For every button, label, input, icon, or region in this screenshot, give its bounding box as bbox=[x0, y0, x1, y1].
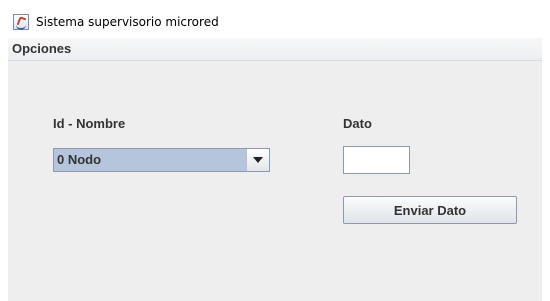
node-select-value: 0 Nodo bbox=[54, 149, 246, 171]
java-cup-icon bbox=[13, 14, 29, 30]
chevron-down-icon[interactable] bbox=[246, 149, 269, 171]
menu-bar: Opciones bbox=[8, 38, 542, 61]
window-title: Sistema supervisorio microred bbox=[36, 15, 219, 29]
title-bar: Sistema supervisorio microred bbox=[0, 0, 550, 38]
id-nombre-label: Id - Nombre bbox=[53, 116, 126, 131]
menu-opciones[interactable]: Opciones bbox=[12, 41, 71, 56]
dato-input[interactable] bbox=[343, 146, 410, 174]
send-data-button[interactable]: Enviar Dato bbox=[343, 196, 517, 224]
node-select[interactable]: 0 Nodo bbox=[53, 148, 270, 172]
main-panel bbox=[8, 61, 542, 301]
dato-label: Dato bbox=[343, 116, 372, 131]
